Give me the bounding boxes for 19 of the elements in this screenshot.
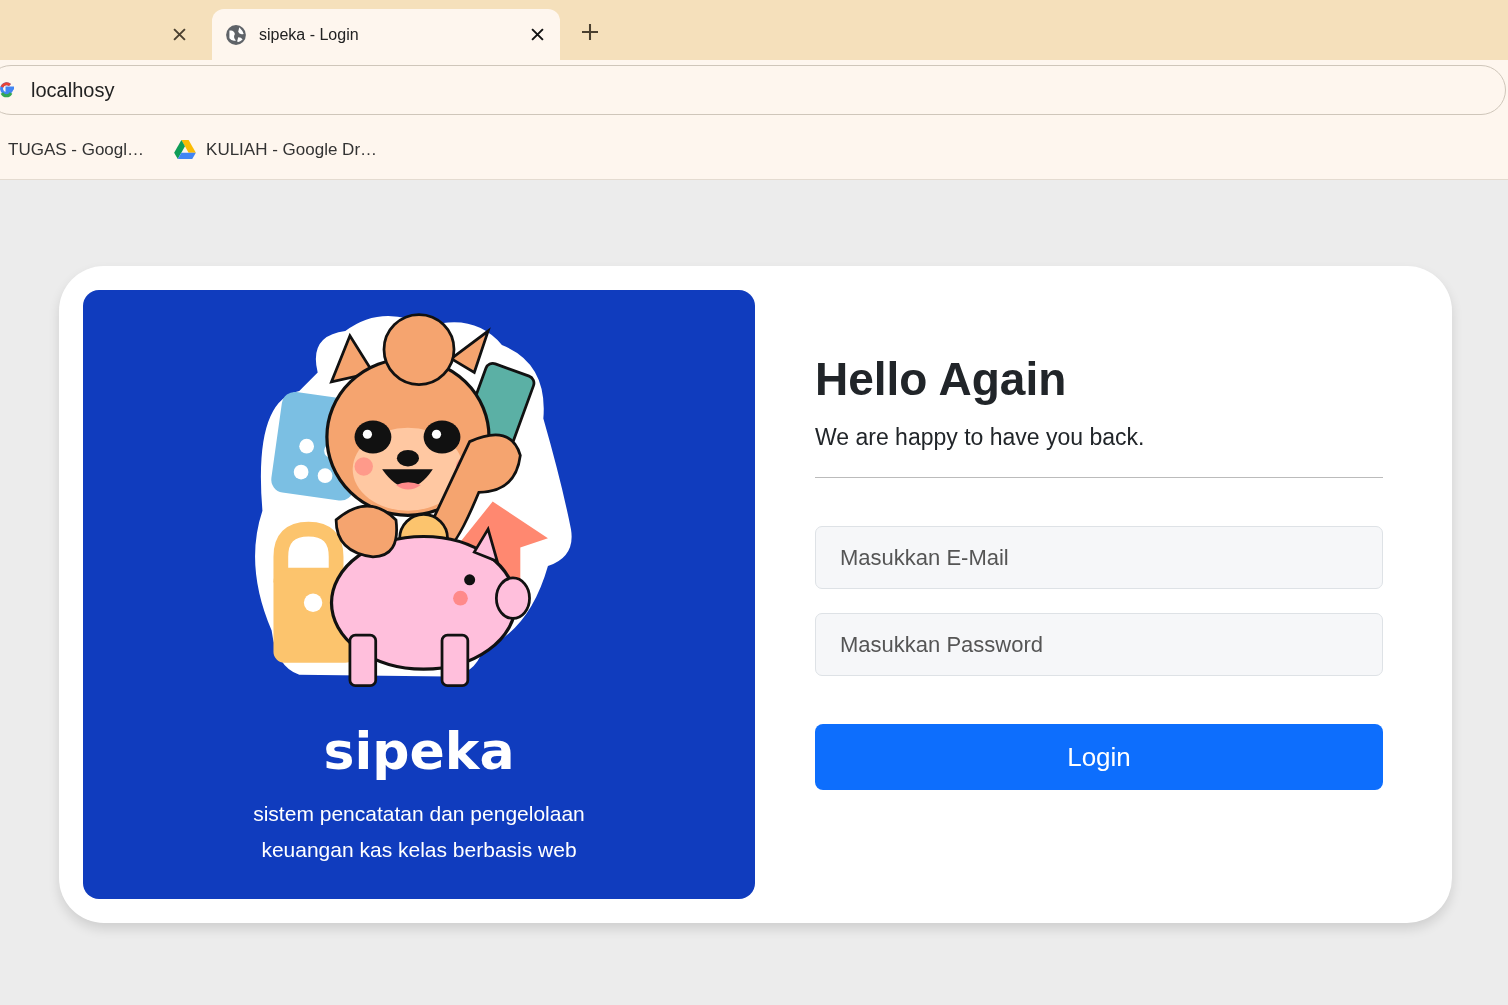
close-icon[interactable] — [173, 28, 186, 41]
url-text: localhosy — [31, 78, 115, 102]
google-icon — [0, 80, 17, 100]
login-button[interactable]: Login — [815, 724, 1383, 790]
globe-icon — [225, 23, 247, 46]
form-subheading: We are happy to have you back. — [815, 424, 1146, 451]
address-bar[interactable]: localhosy — [0, 65, 1506, 115]
bookmark-item[interactable]: KULIAH - Google Dr… — [174, 139, 378, 160]
app-name: sipeka — [323, 723, 515, 781]
new-tab-icon[interactable] — [582, 24, 598, 40]
tab-title: sipeka - Login — [259, 25, 360, 44]
close-icon[interactable] — [531, 28, 544, 41]
app-tagline: sistem pencatatan dan pengelolaan keuangan kas kelas berbasis web — [253, 801, 585, 864]
drive-icon — [174, 140, 197, 159]
form-heading: Hello Again — [815, 352, 1068, 406]
browser-tab[interactable]: sipeka - Login — [212, 9, 560, 60]
bookmark-item[interactable]: TUGAS - Googl… — [8, 139, 145, 160]
input-field[interactable]: Masukkan Password — [815, 613, 1383, 676]
input-field[interactable]: Masukkan E-Mail — [815, 526, 1383, 589]
